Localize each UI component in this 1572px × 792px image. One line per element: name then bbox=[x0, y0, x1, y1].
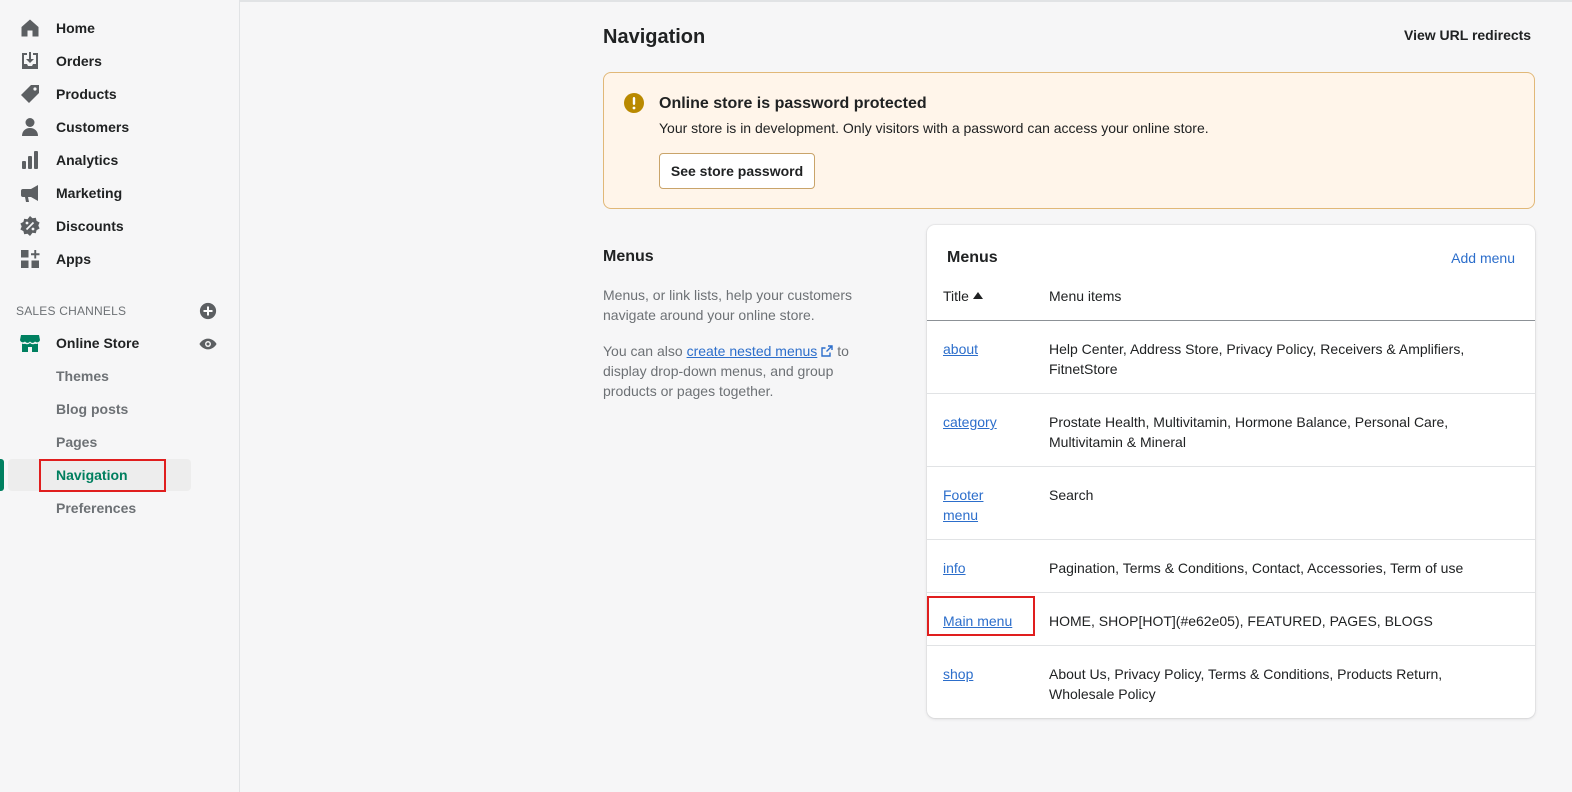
sidebar-item-label: Home bbox=[56, 20, 95, 36]
menus-description: Menus, or link lists, help your customer… bbox=[603, 287, 852, 323]
sidebar: Home Orders Products Customers Analytics… bbox=[0, 0, 240, 792]
tag-icon bbox=[21, 85, 39, 103]
sidebar-item-label: Customers bbox=[56, 119, 130, 135]
sidebar-item-label: Apps bbox=[56, 251, 91, 267]
sidebar-item-orders[interactable]: Orders bbox=[0, 45, 200, 77]
menus-card-title: Menus bbox=[947, 249, 998, 266]
menu-items-text: Search bbox=[1049, 487, 1094, 503]
menus-table-header: Title Menu items bbox=[927, 280, 1535, 321]
sidebar-item-label: Orders bbox=[56, 53, 102, 69]
menu-title-link-about[interactable]: about bbox=[943, 339, 1033, 359]
external-link-icon bbox=[821, 345, 834, 357]
desc-prefix: You can also bbox=[603, 343, 687, 359]
menu-items-text: HOME, SHOP[HOT](#e62e05), FEATURED, PAGE… bbox=[1049, 613, 1433, 629]
title-column-header[interactable]: Title bbox=[943, 288, 983, 304]
sidebar-subitem-label: Themes bbox=[56, 368, 109, 384]
megaphone-icon bbox=[21, 185, 38, 202]
sidebar-item-online-store[interactable]: Online Store bbox=[0, 327, 200, 359]
sidebar-item-label: Analytics bbox=[56, 152, 119, 168]
add-channel-plus-icon[interactable] bbox=[199, 302, 217, 320]
view-url-redirects-button[interactable]: View URL redirects bbox=[1404, 27, 1531, 43]
sidebar-item-label: Discounts bbox=[56, 218, 124, 234]
menu-items-text: Help Center, Address Store, Privacy Poli… bbox=[1049, 341, 1465, 377]
sidebar-item-preferences[interactable]: Preferences bbox=[0, 492, 200, 524]
top-border bbox=[240, 0, 1572, 2]
eye-icon[interactable] bbox=[199, 335, 217, 353]
apps-icon bbox=[21, 250, 40, 268]
store-icon bbox=[20, 335, 40, 352]
sidebar-subitem-label: Blog posts bbox=[56, 401, 129, 417]
sidebar-item-label: Online Store bbox=[56, 335, 140, 351]
table-row: shop About Us, Privacy Policy, Terms & C… bbox=[927, 646, 1535, 718]
sidebar-subitem-label: Preferences bbox=[56, 500, 137, 516]
orders-icon bbox=[22, 52, 38, 69]
sidebar-subitem-label: Pages bbox=[56, 434, 98, 450]
person-icon bbox=[22, 118, 38, 136]
navigation-highlight-box bbox=[39, 459, 166, 492]
sidebar-item-products[interactable]: Products bbox=[0, 78, 200, 110]
sales-channels-heading: SALES CHANNELS bbox=[16, 304, 127, 318]
menu-items-column-header: Menu items bbox=[1049, 288, 1122, 304]
sidebar-item-analytics[interactable]: Analytics bbox=[0, 144, 200, 176]
menu-title-link-shop[interactable]: shop bbox=[943, 664, 1033, 684]
table-row: info Pagination, Terms & Conditions, Con… bbox=[927, 540, 1535, 593]
sidebar-item-label: Marketing bbox=[56, 185, 123, 201]
bar-chart-icon bbox=[22, 151, 38, 169]
title-column-label: Title bbox=[943, 288, 969, 304]
sidebar-item-pages[interactable]: Pages bbox=[0, 426, 200, 458]
password-protected-banner: Online store is password protected Your … bbox=[603, 72, 1535, 209]
page-title: Navigation bbox=[603, 26, 706, 48]
menu-title-link-info[interactable]: info bbox=[943, 558, 1033, 578]
menu-title-link-category[interactable]: category bbox=[943, 412, 1033, 432]
menu-items-text: About Us, Privacy Policy, Terms & Condit… bbox=[1049, 666, 1443, 702]
add-menu-button[interactable]: Add menu bbox=[1451, 250, 1515, 266]
banner-text: Your store is in development. Only visit… bbox=[659, 120, 1209, 136]
menus-card: Menus Add menu Title Menu items about He… bbox=[927, 225, 1535, 718]
menus-section-title: Menus bbox=[603, 248, 654, 265]
see-store-password-button[interactable]: See store password bbox=[659, 153, 815, 189]
home-icon bbox=[21, 19, 39, 37]
sidebar-item-customers[interactable]: Customers bbox=[0, 111, 200, 143]
menu-items-text: Prostate Health, Multivitamin, Hormone B… bbox=[1049, 414, 1449, 450]
table-row: category Prostate Health, Multivitamin, … bbox=[927, 394, 1535, 467]
nested-menus-description: You can also create nested menus to disp… bbox=[603, 341, 873, 401]
banner-title: Online store is password protected bbox=[659, 95, 927, 112]
sidebar-item-label: Products bbox=[56, 86, 117, 102]
discount-icon bbox=[20, 216, 40, 236]
sidebar-item-discounts[interactable]: Discounts bbox=[0, 210, 200, 242]
sidebar-item-apps[interactable]: Apps bbox=[0, 243, 200, 275]
table-row: Footer menu Search bbox=[927, 467, 1535, 540]
main-menu-highlight-box bbox=[927, 596, 1035, 636]
sidebar-item-themes[interactable]: Themes bbox=[0, 360, 200, 392]
sort-ascending-icon bbox=[972, 292, 983, 299]
sidebar-item-blog-posts[interactable]: Blog posts bbox=[0, 393, 200, 425]
warning-icon bbox=[624, 93, 644, 113]
menu-items-text: Pagination, Terms & Conditions, Contact,… bbox=[1049, 560, 1464, 576]
table-row: about Help Center, Address Store, Privac… bbox=[927, 321, 1535, 394]
nested-menus-link-text: create nested menus bbox=[686, 343, 818, 359]
sidebar-item-marketing[interactable]: Marketing bbox=[0, 177, 200, 209]
menu-title-link-footer-menu[interactable]: Footer menu bbox=[943, 485, 1003, 525]
sidebar-item-home[interactable]: Home bbox=[0, 12, 200, 44]
create-nested-menus-link[interactable]: create nested menus bbox=[687, 343, 834, 359]
